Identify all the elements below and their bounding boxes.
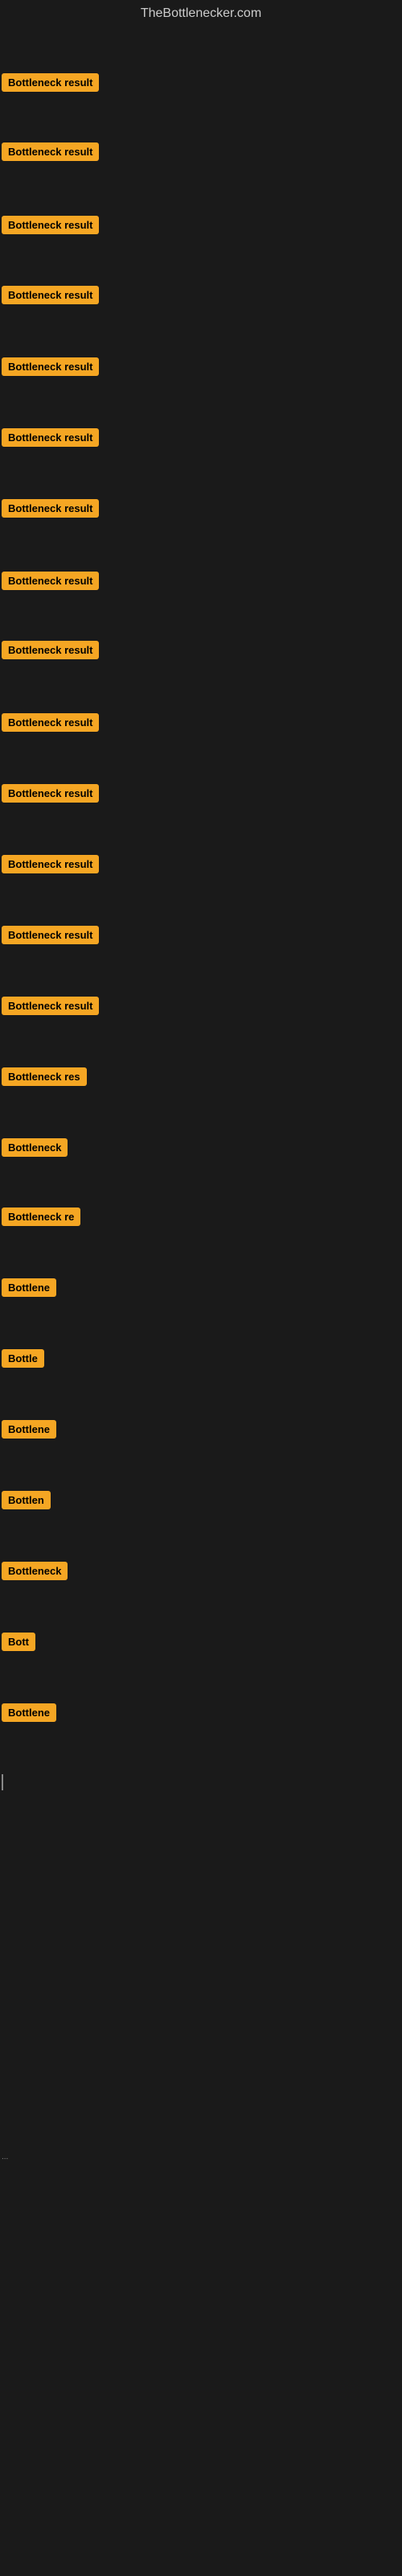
- bottleneck-result-item[interactable]: Bottleneck result: [2, 784, 99, 803]
- bottleneck-result-item[interactable]: Bottleneck result: [2, 499, 99, 518]
- bottleneck-result-item[interactable]: Bott: [2, 1633, 35, 1651]
- bottleneck-result-item[interactable]: Bottlen: [2, 1491, 51, 1509]
- site-title: TheBottlenecker.com: [0, 0, 402, 27]
- bottleneck-result-item[interactable]: Bottlene: [2, 1703, 56, 1722]
- ellipsis-indicator: ...: [2, 2153, 8, 2161]
- bottleneck-result-item[interactable]: Bottleneck result: [2, 357, 99, 376]
- bottleneck-result-item[interactable]: Bottleneck result: [2, 428, 99, 447]
- bottleneck-result-item[interactable]: Bottleneck result: [2, 216, 99, 234]
- bottleneck-result-item[interactable]: Bottleneck result: [2, 997, 99, 1015]
- bottleneck-result-item[interactable]: Bottleneck: [2, 1138, 68, 1157]
- bottleneck-result-item[interactable]: Bottleneck: [2, 1562, 68, 1580]
- bottleneck-result-item[interactable]: Bottleneck result: [2, 142, 99, 161]
- bottleneck-result-item[interactable]: Bottleneck res: [2, 1067, 87, 1086]
- text-cursor: [2, 1774, 3, 1790]
- bottleneck-result-item[interactable]: Bottlene: [2, 1420, 56, 1439]
- bottleneck-result-item[interactable]: Bottleneck result: [2, 855, 99, 873]
- bottleneck-result-item[interactable]: Bottleneck result: [2, 926, 99, 944]
- bottleneck-result-item[interactable]: Bottlene: [2, 1278, 56, 1297]
- bottleneck-result-item[interactable]: Bottleneck result: [2, 713, 99, 732]
- bottleneck-result-item[interactable]: Bottle: [2, 1349, 44, 1368]
- bottleneck-result-item[interactable]: Bottleneck result: [2, 73, 99, 92]
- bottleneck-result-item[interactable]: Bottleneck result: [2, 641, 99, 659]
- bottleneck-result-item[interactable]: Bottleneck result: [2, 572, 99, 590]
- bottleneck-result-item[interactable]: Bottleneck re: [2, 1208, 80, 1226]
- bottleneck-result-item[interactable]: Bottleneck result: [2, 286, 99, 304]
